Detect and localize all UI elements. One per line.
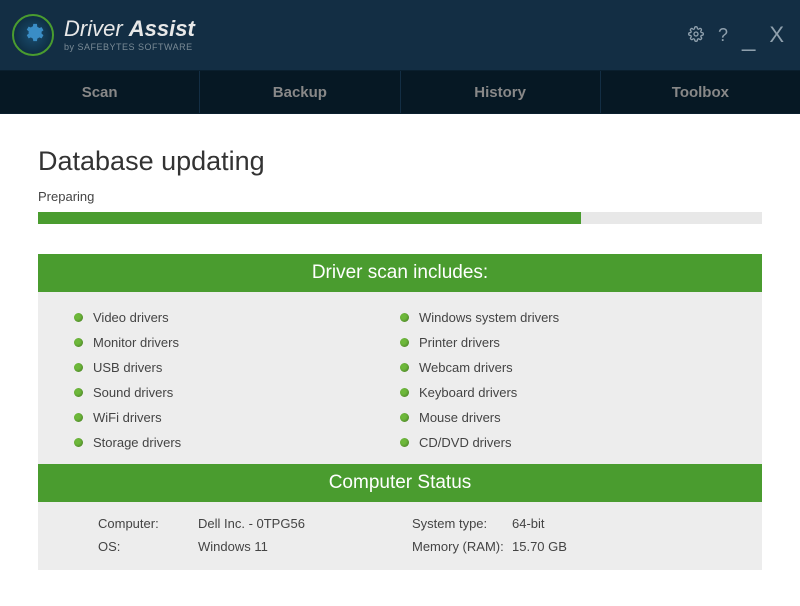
status-value: 64-bit: [512, 516, 545, 531]
driver-col-left: Video drivers Monitor drivers USB driver…: [74, 310, 400, 450]
list-item: Keyboard drivers: [400, 385, 726, 400]
help-icon[interactable]: ?: [718, 26, 728, 44]
window-controls: ? _ X: [688, 23, 784, 47]
app-subtitle: by SAFEBYTES SOFTWARE: [64, 42, 195, 52]
progress-bar: [38, 212, 762, 224]
bullet-icon: [74, 338, 83, 347]
minimize-icon[interactable]: _: [742, 27, 755, 51]
bullet-icon: [74, 438, 83, 447]
app-logo: Driver Assist by SAFEBYTES SOFTWARE: [12, 14, 195, 56]
scan-includes-panel: Driver scan includes: Video drivers Moni…: [38, 254, 762, 570]
tab-history[interactable]: History: [401, 71, 601, 113]
status-text: Preparing: [38, 189, 762, 204]
status-row-memory: Memory (RAM): 15.70 GB: [412, 539, 726, 554]
list-item: WiFi drivers: [74, 410, 400, 425]
status-label: System type:: [412, 516, 512, 531]
driver-label: Monitor drivers: [93, 335, 179, 350]
driver-label: Keyboard drivers: [419, 385, 517, 400]
bullet-icon: [74, 388, 83, 397]
settings-icon[interactable]: [688, 26, 704, 45]
main-content: Database updating Preparing Driver scan …: [0, 114, 800, 606]
computer-status-header: Computer Status: [38, 464, 762, 502]
tab-scan[interactable]: Scan: [0, 71, 200, 113]
tab-toolbox[interactable]: Toolbox: [601, 71, 800, 113]
status-value: Dell Inc. - 0TPG56: [198, 516, 305, 531]
tab-backup[interactable]: Backup: [200, 71, 400, 113]
driver-label: Printer drivers: [419, 335, 500, 350]
status-label: OS:: [98, 539, 198, 554]
list-item: Mouse drivers: [400, 410, 726, 425]
list-item: USB drivers: [74, 360, 400, 375]
status-row-computer: Computer: Dell Inc. - 0TPG56: [98, 516, 412, 531]
list-item: Printer drivers: [400, 335, 726, 350]
bullet-icon: [74, 413, 83, 422]
status-value: Windows 11: [198, 539, 268, 554]
driver-label: Windows system drivers: [419, 310, 559, 325]
close-icon[interactable]: X: [769, 24, 784, 46]
titlebar: Driver Assist by SAFEBYTES SOFTWARE ? _ …: [0, 0, 800, 70]
driver-label: Mouse drivers: [419, 410, 501, 425]
computer-status-grid: Computer: Dell Inc. - 0TPG56 OS: Windows…: [38, 502, 762, 570]
driver-label: Webcam drivers: [419, 360, 513, 375]
driver-label: Video drivers: [93, 310, 169, 325]
gear-icon: [22, 22, 44, 49]
bullet-icon: [400, 438, 409, 447]
status-value: 15.70 GB: [512, 539, 567, 554]
status-row-os: OS: Windows 11: [98, 539, 412, 554]
driver-list: Video drivers Monitor drivers USB driver…: [74, 310, 726, 450]
driver-label: WiFi drivers: [93, 410, 162, 425]
bullet-icon: [74, 363, 83, 372]
list-item: Sound drivers: [74, 385, 400, 400]
list-item: CD/DVD drivers: [400, 435, 726, 450]
tab-bar: Scan Backup History Toolbox: [0, 70, 800, 114]
list-item: Monitor drivers: [74, 335, 400, 350]
bullet-icon: [74, 313, 83, 322]
driver-label: USB drivers: [93, 360, 162, 375]
status-row-system-type: System type: 64-bit: [412, 516, 726, 531]
status-label: Computer:: [98, 516, 198, 531]
logo-icon: [12, 14, 54, 56]
scan-includes-header: Driver scan includes:: [38, 254, 762, 292]
progress-fill: [38, 212, 581, 224]
list-item: Webcam drivers: [400, 360, 726, 375]
bullet-icon: [400, 313, 409, 322]
bullet-icon: [400, 338, 409, 347]
list-item: Video drivers: [74, 310, 400, 325]
driver-col-right: Windows system drivers Printer drivers W…: [400, 310, 726, 450]
app-title: Driver Assist: [64, 18, 195, 40]
driver-label: Sound drivers: [93, 385, 173, 400]
list-item: Windows system drivers: [400, 310, 726, 325]
page-title: Database updating: [38, 146, 762, 177]
list-item: Storage drivers: [74, 435, 400, 450]
driver-label: Storage drivers: [93, 435, 181, 450]
bullet-icon: [400, 363, 409, 372]
bullet-icon: [400, 413, 409, 422]
bullet-icon: [400, 388, 409, 397]
driver-label: CD/DVD drivers: [419, 435, 511, 450]
status-label: Memory (RAM):: [412, 539, 512, 554]
